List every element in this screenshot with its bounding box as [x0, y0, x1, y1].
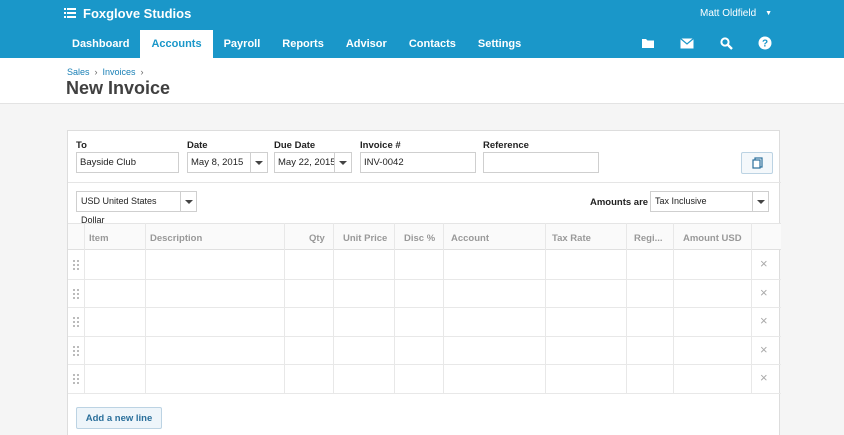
copy-icon: [751, 157, 763, 169]
mail-icon[interactable]: [679, 36, 695, 50]
drag-handle-icon[interactable]: [73, 346, 79, 356]
date-field[interactable]: [187, 152, 251, 173]
org-name: Foxglove Studios: [83, 5, 192, 21]
table-row-border: [68, 279, 781, 280]
delete-row-icon[interactable]: ×: [760, 286, 768, 299]
chevron-down-icon: [255, 160, 263, 165]
drag-handle-icon[interactable]: [73, 260, 79, 270]
org-switcher[interactable]: Foxglove Studios: [64, 5, 191, 21]
amounts-dropdown-button[interactable]: [753, 191, 769, 212]
date-picker-button[interactable]: [251, 152, 268, 173]
due-date-label: Due Date: [274, 140, 316, 151]
amounts-are-label: Amounts are: [590, 197, 649, 208]
column-divider: [145, 223, 146, 393]
column-divider: [443, 223, 444, 393]
amounts-are-select[interactable]: Tax Inclusive: [650, 191, 753, 212]
line-items-header: Item Description Qty Unit Price Disc % A…: [68, 223, 781, 250]
chevron-down-icon: [339, 160, 347, 165]
delete-row-icon[interactable]: ×: [760, 314, 768, 327]
breadcrumb: Sales › Invoices ›: [67, 67, 149, 77]
due-date-picker-button[interactable]: [335, 152, 352, 173]
svg-text:?: ?: [762, 39, 768, 50]
column-divider: [333, 223, 334, 393]
breadcrumb-sales[interactable]: Sales: [67, 67, 90, 77]
breadcrumb-invoices[interactable]: Invoices: [103, 67, 136, 77]
chevron-down-icon: [184, 199, 193, 204]
currency-dropdown-button[interactable]: [181, 191, 197, 212]
column-divider: [84, 223, 85, 393]
column-divider: [545, 223, 546, 393]
col-description: Description: [150, 233, 203, 244]
col-account: Account: [451, 233, 489, 244]
column-divider: [394, 223, 395, 393]
col-region: Regi...: [634, 233, 663, 244]
help-icon[interactable]: ?: [757, 36, 773, 50]
col-amount: Amount USD: [683, 233, 742, 244]
menu-icon: [64, 8, 76, 18]
to-field[interactable]: [76, 152, 179, 173]
reference-field[interactable]: [483, 152, 599, 173]
chevron-down-icon: ▼: [765, 10, 773, 17]
drag-handle-icon[interactable]: [73, 317, 79, 327]
table-row-border: [68, 307, 781, 308]
main-nav: Dashboard Accounts Payroll Reports Advis…: [61, 30, 532, 58]
to-label: To: [76, 140, 87, 151]
add-new-line-button[interactable]: Add a new line: [76, 407, 162, 429]
table-row-border: [68, 364, 781, 365]
user-menu[interactable]: Matt Oldfield ▼: [700, 8, 772, 19]
delete-row-icon[interactable]: ×: [760, 257, 768, 270]
invoice-number-label: Invoice #: [360, 140, 401, 151]
folder-icon[interactable]: [640, 36, 656, 50]
divider: [68, 182, 781, 183]
col-qty: Qty: [309, 233, 325, 244]
reference-label: Reference: [483, 140, 529, 151]
invoice-number-field[interactable]: [360, 152, 476, 173]
delete-row-icon[interactable]: ×: [760, 343, 768, 356]
drag-handle-icon[interactable]: [73, 374, 79, 384]
column-divider: [284, 223, 285, 393]
chevron-down-icon: [756, 199, 765, 204]
search-icon[interactable]: [718, 36, 734, 50]
nav-accounts[interactable]: Accounts: [140, 30, 213, 58]
table-row-border: [68, 393, 781, 394]
page-title: New Invoice: [66, 78, 171, 98]
page-header: Sales › Invoices › New Invoice: [0, 58, 844, 104]
delete-row-icon[interactable]: ×: [760, 371, 768, 384]
copy-button[interactable]: [741, 152, 773, 174]
due-date-field[interactable]: [274, 152, 335, 173]
currency-select[interactable]: USD United States Dollar: [76, 191, 181, 225]
drag-handle-icon[interactable]: [73, 289, 79, 299]
breadcrumb-separator: ›: [140, 67, 144, 77]
user-name: Matt Oldfield: [700, 8, 757, 19]
nav-payroll[interactable]: Payroll: [213, 30, 272, 58]
table-row-border: [68, 336, 781, 337]
breadcrumb-separator: ›: [94, 67, 98, 77]
date-label: Date: [187, 140, 208, 151]
col-tax-rate: Tax Rate: [552, 233, 591, 244]
col-unit-price: Unit Price: [343, 233, 388, 244]
nav-contacts[interactable]: Contacts: [398, 30, 467, 58]
nav-settings[interactable]: Settings: [467, 30, 532, 58]
top-bar: Foxglove Studios Matt Oldfield ▼ Dashboa…: [0, 0, 844, 58]
column-divider: [751, 223, 752, 393]
nav-reports[interactable]: Reports: [271, 30, 335, 58]
column-divider: [673, 223, 674, 393]
nav-icon-group: ?: [640, 36, 796, 50]
nav-dashboard[interactable]: Dashboard: [61, 30, 140, 58]
col-item: Item: [89, 233, 109, 244]
nav-advisor[interactable]: Advisor: [335, 30, 398, 58]
column-divider: [626, 223, 627, 393]
col-discount: Disc %: [404, 233, 436, 244]
invoice-panel: To Date Due Date Invoice # Reference USD…: [67, 130, 781, 435]
